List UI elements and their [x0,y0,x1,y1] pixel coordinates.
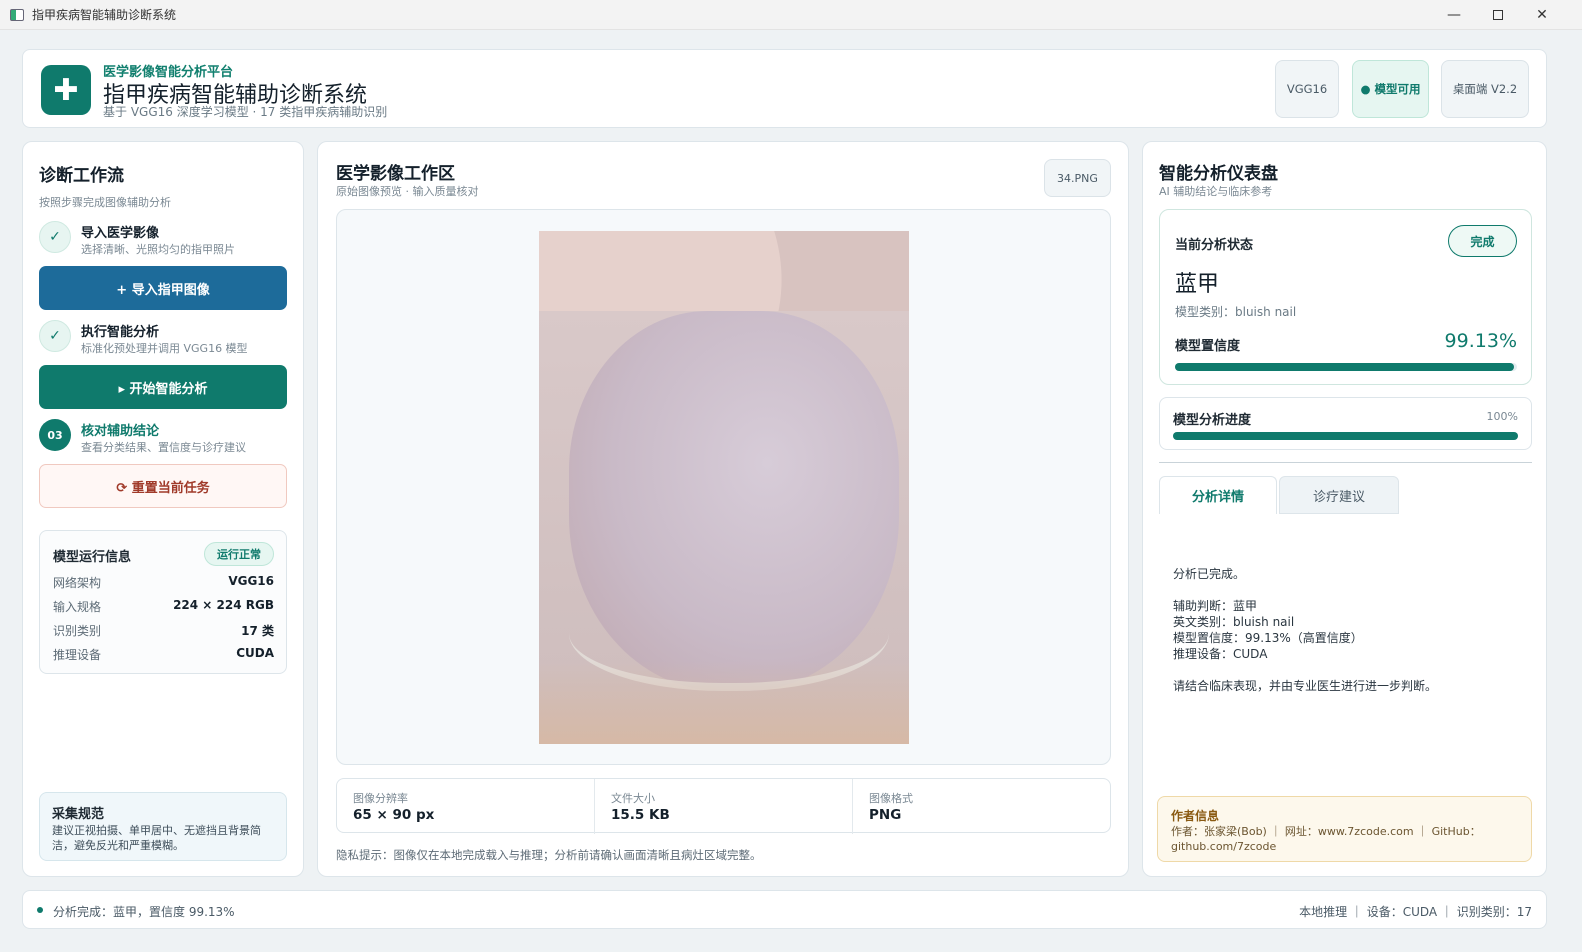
check-icon: ✓ [39,320,71,352]
app-header: ✚ 医学影像智能分析平台 指甲疾病智能辅助诊断系统 基于 VGG16 深度学习模… [22,49,1547,128]
status-dot-icon [37,907,43,913]
minimize-icon[interactable]: — [1432,0,1476,30]
author-title: 作者信息 [1171,809,1220,823]
step-number-badge: 03 [39,419,71,451]
nail-image-preview [539,231,909,744]
analysis-status-card: 当前分析状态 完成 蓝甲 模型类别：bluish nail 模型置信度 99.1… [1159,209,1532,385]
window-titlebar: 指甲疾病智能辅助诊断系统 — ✕ [0,0,1582,30]
tab-treatment-advice[interactable]: 诊疗建议 [1279,476,1399,514]
confidence-value: 99.13% [1444,330,1517,352]
window-title: 指甲疾病智能辅助诊断系统 [32,8,177,22]
progress-bar-fill [1173,432,1518,440]
divider [1159,462,1532,463]
filename-badge: 34.PNG [1044,159,1111,197]
reset-task-button[interactable]: ⟳ 重置当前任务 [39,464,287,508]
step-desc-review: 查看分类结果、置信度与诊疗建议 [81,441,246,454]
workflow-panel: 诊断工作流 按照步骤完成图像辅助分析 ✓ 导入医学影像 选择清晰、光照均匀的指甲… [22,141,304,877]
workspace-panel: 医学影像工作区 原始图像预览 · 输入质量核对 34.PNG 图像分辨率 65 … [317,141,1129,877]
workspace-title: 医学影像工作区 [336,164,455,184]
confidence-bar [1175,363,1517,371]
step-title-import: 导入医学影像 [81,226,160,241]
workflow-title: 诊断工作流 [39,166,124,186]
model-class: 模型类别：bluish nail [1175,305,1297,319]
guide-text: 建议正视拍摄、单甲居中、无遮挡且背景简洁，避免反光和严重模糊。 [52,824,261,852]
model-badge: VGG16 [1275,60,1339,118]
diagnosis-result: 蓝甲 [1175,272,1220,297]
progress-value: 100% [1486,410,1518,423]
confidence-label: 模型置信度 [1175,339,1241,354]
app-icon [10,8,24,21]
status-badge: 完成 [1448,225,1517,257]
model-info-title: 模型运行信息 [53,550,132,565]
progress-bar [1173,432,1518,440]
close-icon[interactable]: ✕ [1520,0,1564,30]
workflow-subtitle: 按照步骤完成图像辅助分析 [39,196,171,209]
dashboard-title: 智能分析仪表盘 [1159,164,1278,184]
dashboard-panel: 智能分析仪表盘 AI 辅助结论与临床参考 当前分析状态 完成 蓝甲 模型类别：b… [1142,141,1547,877]
status-label: 当前分析状态 [1175,238,1254,253]
medical-cross-icon: ✚ [41,65,91,115]
header-subtitle: 基于 VGG16 深度学习模型 · 17 类指甲疾病辅助识别 [103,105,388,119]
info-row: 识别类别 17 类 [53,624,274,638]
analysis-details-text: 分析已完成。 辅助判断：蓝甲 英文类别：bluish nail 模型置信度：99… [1173,567,1438,693]
maximize-icon[interactable] [1476,0,1520,30]
status-badge: 运行正常 [204,542,274,566]
step-title-analyze: 执行智能分析 [81,325,160,340]
model-info-card: 模型运行信息 运行正常 网络架构 VGG16 输入规格 224 × 224 RGB … [39,530,287,674]
status-left-text: 分析完成：蓝甲，置信度 99.13% [53,905,235,919]
model-status-badge: ● 模型可用 [1352,60,1429,118]
dashboard-subtitle: AI 辅助结论与临床参考 [1159,185,1273,198]
import-image-button[interactable]: + 导入指甲图像 [39,266,287,310]
step-desc-import: 选择清晰、光照均匀的指甲照片 [81,243,235,256]
version-badge: 桌面端 V2.2 [1441,60,1529,118]
image-preview-area [336,209,1111,765]
workspace-subtitle: 原始图像预览 · 输入质量核对 [336,185,479,198]
progress-card: 模型分析进度 100% [1159,397,1532,450]
info-row: 推理设备 CUDA [53,646,274,662]
capture-guide-card: 采集规范 建议正视拍摄、单甲居中、无遮挡且背景简洁，避免反光和严重模糊。 [39,792,287,861]
start-analysis-button[interactable]: ▸ 开始智能分析 [39,365,287,409]
meta-format: 图像格式 PNG [869,792,913,823]
meta-resolution: 图像分辨率 65 × 90 px [337,779,595,834]
info-row: 输入规格 224 × 224 RGB [53,598,274,614]
info-row: 网络架构 VGG16 [53,574,274,590]
meta-filesize: 文件大小 15.5 KB [595,779,853,834]
tab-analysis-details[interactable]: 分析详情 [1159,476,1277,514]
privacy-notice: 隐私提示：图像仅在本地完成载入与推理；分析前请确认画面清晰且病灶区域完整。 [336,848,762,862]
confidence-bar-fill [1175,363,1515,371]
guide-title: 采集规范 [52,807,105,822]
step-desc-analyze: 标准化预处理并调用 VGG16 模型 [81,342,248,355]
status-bar: 分析完成：蓝甲，置信度 99.13% 本地推理 ｜ 设备：CUDA ｜ 识别类别… [22,890,1547,929]
image-meta-bar: 图像分辨率 65 × 90 px 文件大小 15.5 KB 图像格式 PNG [336,778,1111,834]
progress-label: 模型分析进度 [1173,413,1252,428]
check-icon: ✓ [39,221,71,253]
step-title-review: 核对辅助结论 [81,424,160,439]
author-text: 作者：张家梁(Bob) ｜ 网址：www.7zcode.com ｜ GitHub… [1171,825,1481,853]
author-info-card: 作者信息 作者：张家梁(Bob) ｜ 网址：www.7zcode.com ｜ G… [1157,796,1532,862]
status-right-text: 本地推理 ｜ 设备：CUDA ｜ 识别类别：17 [1299,905,1532,919]
